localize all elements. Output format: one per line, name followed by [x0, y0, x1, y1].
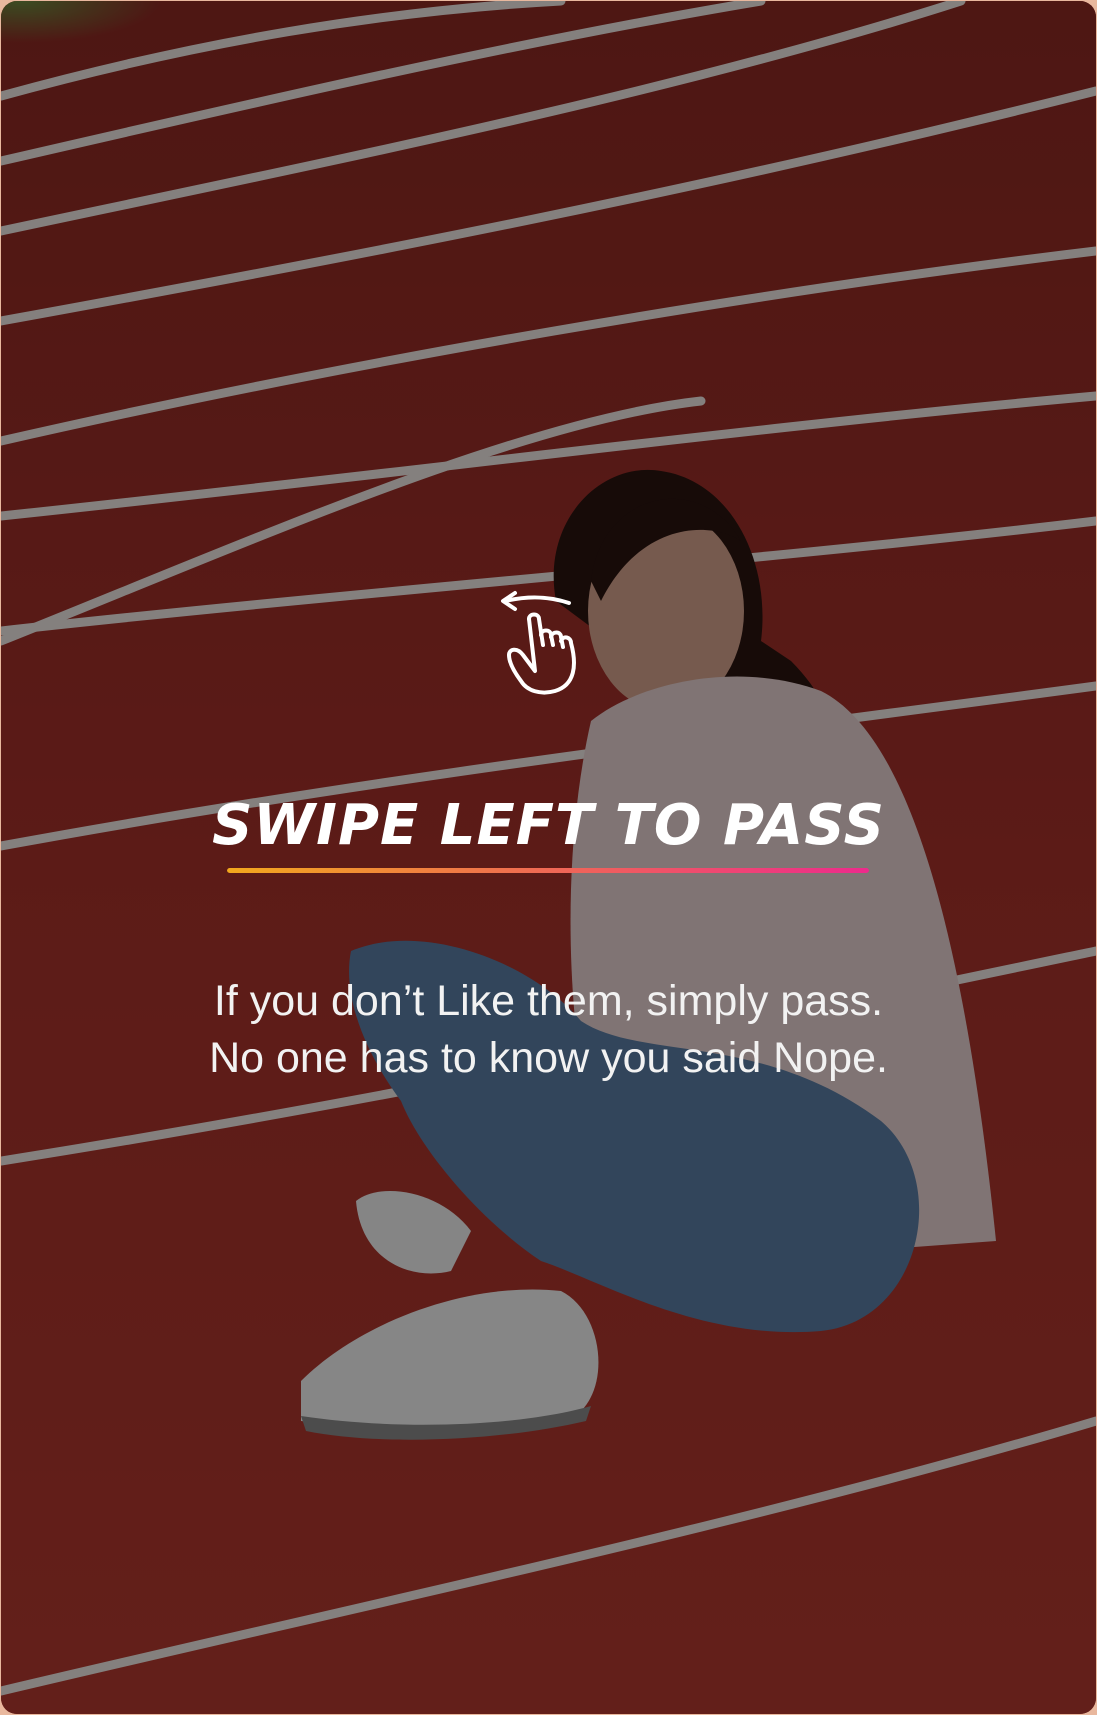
onboarding-title: SWIPE LEFT TO PASS: [212, 793, 885, 858]
onboarding-description: If you don’t Like them, simply pass. No …: [209, 977, 888, 1082]
onboarding-screen: SWIPE LEFT TO PASS If you don’t Like the…: [0, 0, 1097, 1715]
title-underline: [227, 868, 869, 873]
onboarding-card[interactable]: SWIPE LEFT TO PASS If you don’t Like the…: [1, 1, 1096, 1714]
swipe-left-hand-icon: [501, 591, 576, 695]
